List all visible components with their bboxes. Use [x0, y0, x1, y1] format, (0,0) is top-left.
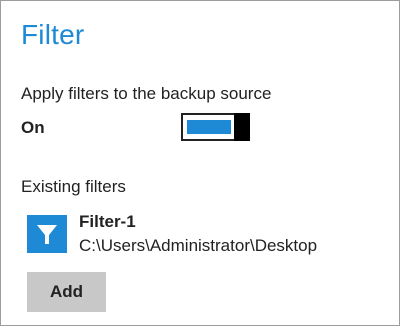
- existing-filters-label: Existing filters: [21, 177, 126, 196]
- filter-name: Filter-1: [79, 212, 136, 231]
- page-title: Filter: [21, 19, 85, 50]
- toggle-state-label: On: [21, 118, 45, 137]
- toggle-knob[interactable]: [234, 113, 250, 141]
- filter-list-item[interactable]: Filter-1 C:\Users\Administrator\Desktop: [27, 211, 387, 263]
- filter-panel: Filter Apply filters to the backup sourc…: [0, 0, 400, 326]
- filter-path: C:\Users\Administrator\Desktop: [79, 236, 318, 255]
- apply-filters-label: Apply filters to the backup source: [21, 84, 272, 103]
- add-filter-button[interactable]: Add: [27, 272, 106, 312]
- funnel-icon: [27, 215, 67, 253]
- toggle-track-fill: [187, 120, 231, 134]
- apply-filters-toggle[interactable]: [181, 113, 250, 141]
